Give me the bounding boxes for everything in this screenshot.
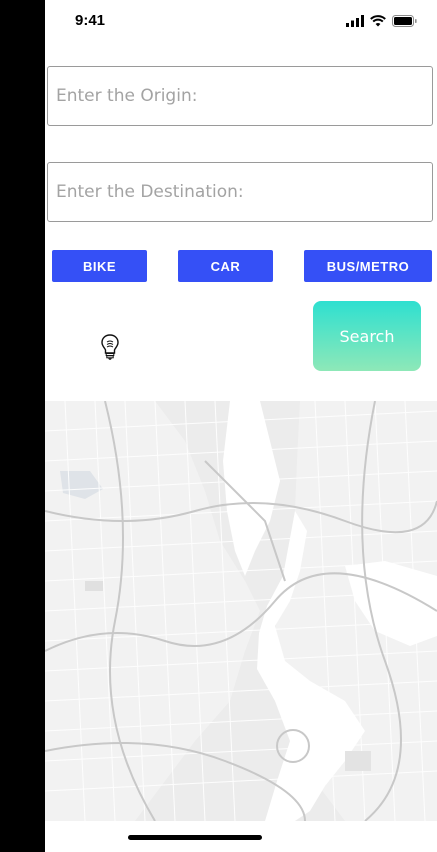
left-frame-edge <box>0 0 45 852</box>
status-icons <box>346 14 417 28</box>
status-bar: 9:41 <box>45 0 437 44</box>
search-button[interactable]: Search <box>313 301 421 371</box>
origin-field[interactable] <box>47 66 433 126</box>
lightbulb-icon[interactable] <box>99 333 121 361</box>
car-button[interactable]: CAR <box>178 250 273 282</box>
bike-button[interactable]: BIKE <box>52 250 147 282</box>
home-indicator[interactable] <box>128 835 262 840</box>
signal-icon <box>346 15 364 27</box>
destination-field[interactable] <box>47 162 433 222</box>
map-graphic <box>45 401 437 821</box>
bus-metro-button[interactable]: BUS/METRO <box>304 250 432 282</box>
map-view[interactable] <box>45 401 437 821</box>
phone-screen: 9:41 BIKE CAR BUS/METRO <box>45 0 437 852</box>
destination-input[interactable] <box>48 163 432 221</box>
origin-input[interactable] <box>48 67 432 125</box>
battery-icon <box>392 15 417 27</box>
status-time: 9:41 <box>75 12 106 29</box>
wifi-icon <box>370 15 386 27</box>
